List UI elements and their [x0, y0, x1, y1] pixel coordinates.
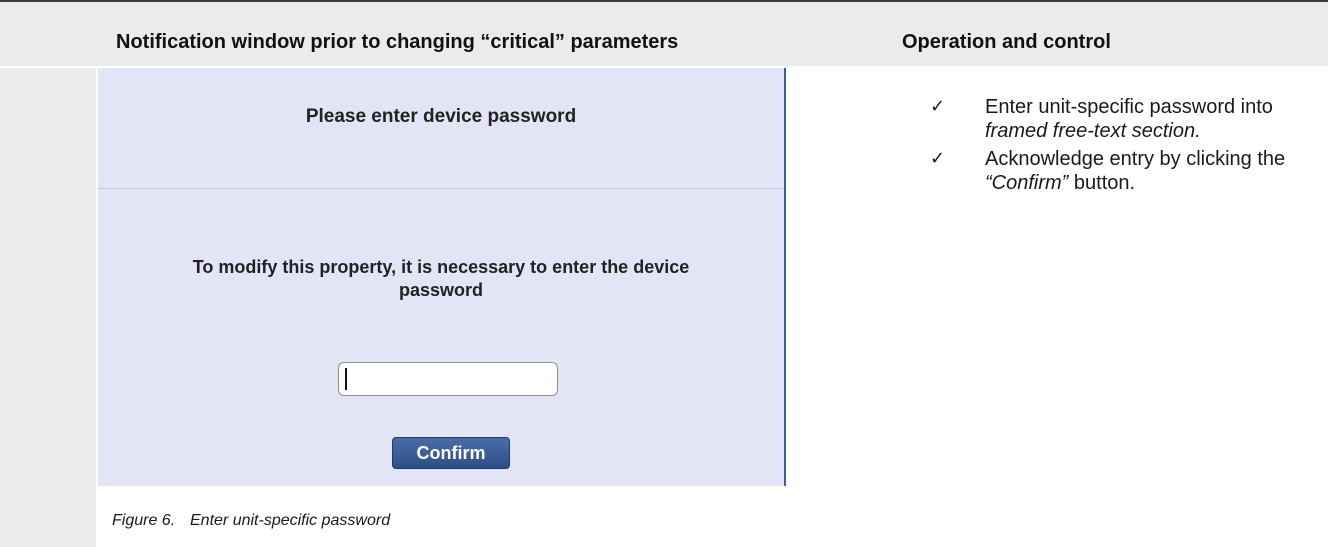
check-icon: ✓: [930, 96, 946, 117]
password-dialog: Please enter device password To modify t…: [98, 68, 786, 486]
figure-number: Figure 6.: [112, 512, 176, 529]
instruction-list: ✓ Enter unit-specific password into fram…: [930, 95, 1325, 199]
confirm-button[interactable]: Confirm: [392, 437, 510, 469]
column-header-operation: Operation and control: [902, 31, 1111, 53]
dialog-message-line1: To modify this property, it is necessary…: [192, 257, 690, 277]
instruction-emphasis: “Confirm”: [985, 172, 1069, 194]
instruction-item: ✓ Acknowledge entry by clicking the “Con…: [930, 147, 1325, 195]
dialog-title: Please enter device password: [305, 106, 577, 127]
check-icon: ✓: [930, 148, 946, 169]
instruction-text: Enter unit-specific password into: [985, 96, 1273, 118]
password-input[interactable]: [338, 362, 558, 396]
instruction-item: ✓ Enter unit-specific password into fram…: [930, 95, 1325, 143]
dialog-message-line2: password: [398, 280, 484, 300]
instruction-text: Acknowledge entry by clicking the: [985, 148, 1286, 170]
instruction-emphasis: framed free-text section.: [985, 120, 1201, 142]
dialog-message: To modify this property, it is necessary…: [98, 256, 784, 302]
column-header-notification: Notification window prior to changing “c…: [116, 31, 679, 53]
dialog-divider: [98, 188, 784, 189]
instruction-text-end: button.: [1068, 172, 1136, 194]
left-margin-strip: [0, 68, 96, 547]
text-cursor: [345, 368, 347, 390]
figure-caption: Enter unit-specific password: [190, 512, 391, 529]
